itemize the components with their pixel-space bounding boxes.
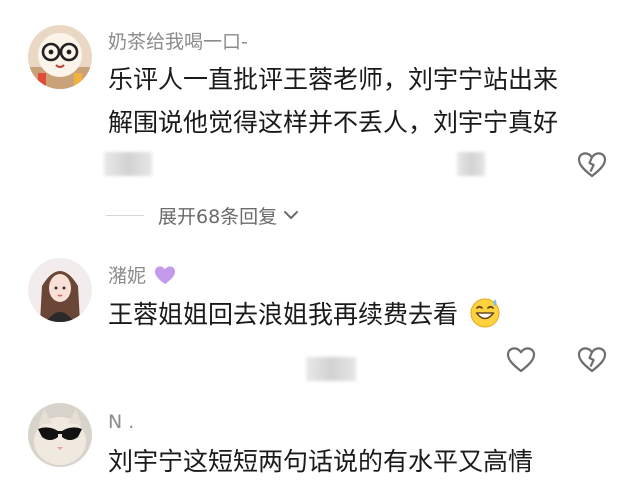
comment-text-line: 乐评人一直批评王蓉老师，刘宇宁站出来 — [108, 65, 559, 94]
expand-replies-label: 展开68条回复 — [158, 205, 278, 228]
username-text: 潴妮 — [108, 265, 147, 287]
sweat-smile-emoji-icon — [470, 298, 500, 328]
girl-portrait-avatar — [28, 258, 92, 322]
blurred-meta — [306, 357, 356, 381]
username[interactable]: 潴妮 — [108, 264, 176, 288]
blurred-meta — [457, 152, 485, 176]
like-heart-icon[interactable] — [506, 345, 536, 375]
dislike-heart-icon[interactable] — [577, 345, 607, 375]
comment-text: 刘宇宁这短短两句话说的有水平又高情 — [108, 447, 534, 476]
expand-replies-button[interactable]: 展开68条回复 — [106, 201, 299, 229]
user-avatar[interactable] — [28, 403, 92, 467]
sunglasses-cat-avatar — [28, 403, 92, 467]
user-avatar[interactable] — [28, 258, 92, 322]
username[interactable]: 奶茶给我喝一口- — [108, 30, 248, 54]
dislike-heart-icon[interactable] — [577, 150, 607, 180]
purple-heart-icon — [155, 266, 176, 284]
comment-text: 王蓉姐姐回去浪姐我再续费去看 — [108, 294, 502, 336]
blurred-meta — [104, 152, 152, 176]
chevron-down-icon — [284, 211, 299, 219]
comment-text-content: 王蓉姐姐回去浪姐我再续费去看 — [108, 300, 459, 329]
glasses-cartoon-avatar — [28, 25, 92, 89]
user-avatar[interactable] — [28, 25, 92, 89]
username[interactable]: N . — [108, 410, 134, 434]
divider-line — [106, 214, 144, 216]
comment-text-line: 解围说他觉得这样并不丢人，刘宇宁真好 — [108, 108, 559, 137]
